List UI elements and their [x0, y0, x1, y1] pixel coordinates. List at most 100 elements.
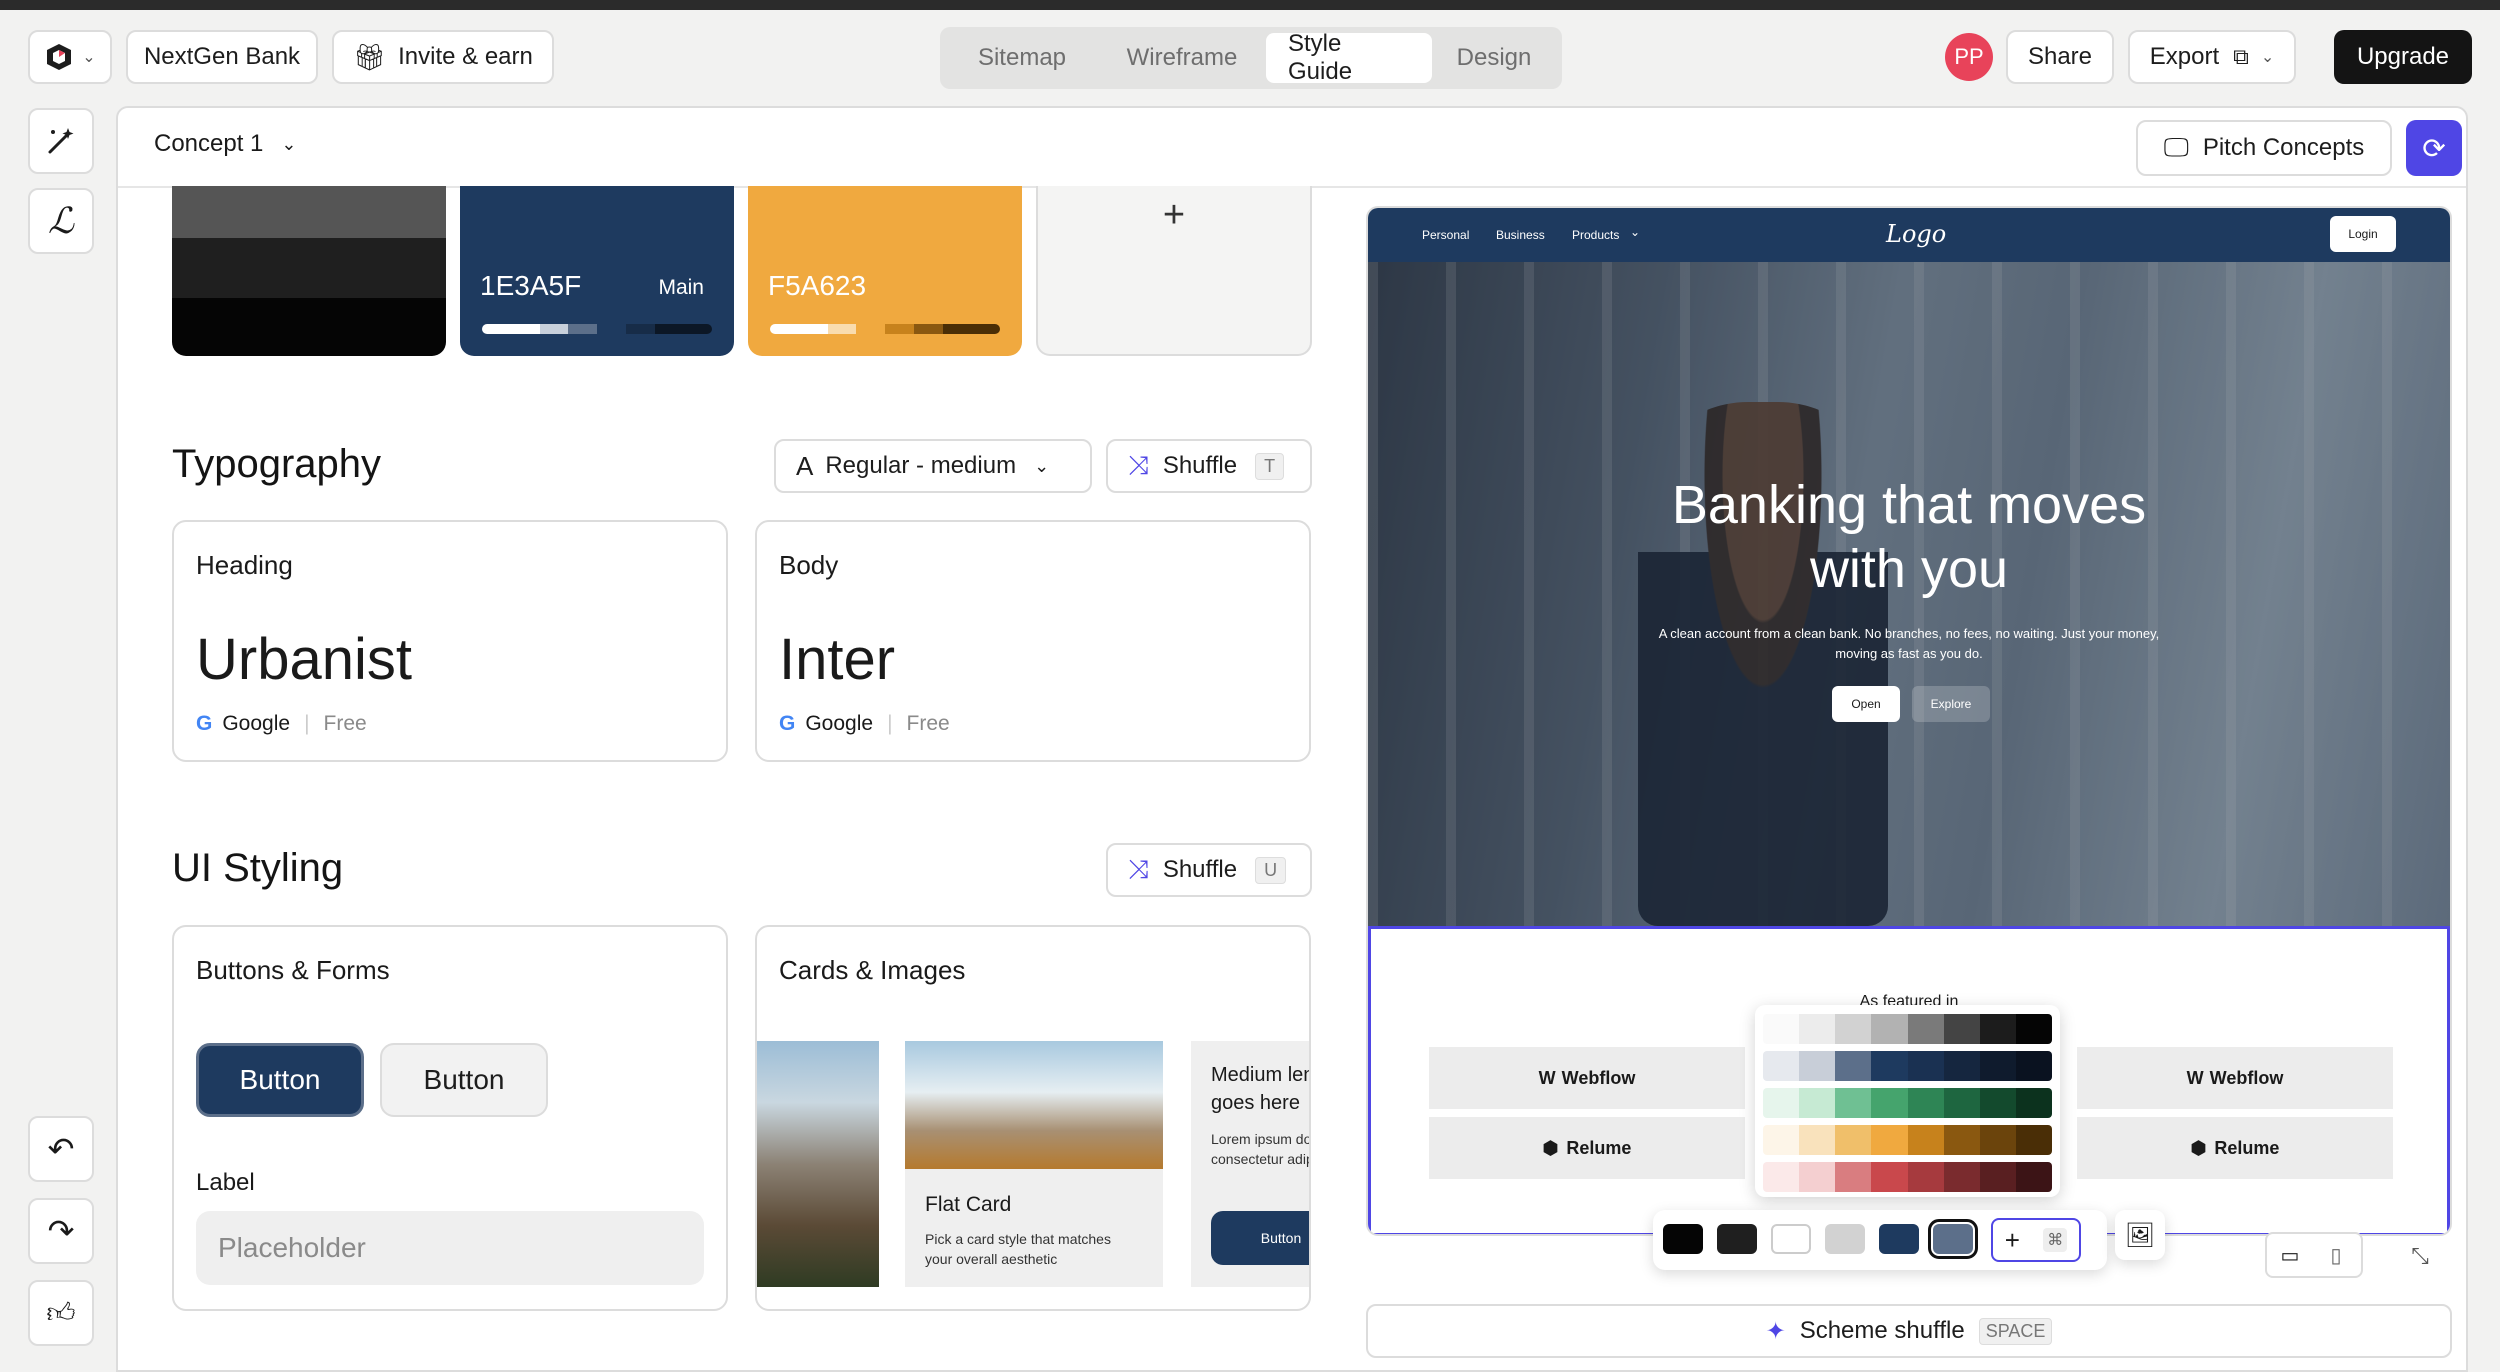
project-name: NextGen Bank	[143, 43, 301, 70]
heading-font-card[interactable]: Heading Urbanist G Google | Free	[172, 520, 728, 762]
hero-open-button[interactable]: Open	[1832, 686, 1900, 722]
heading-font-name: Urbanist	[196, 627, 412, 692]
palette-toolbar: + ⌘	[1653, 1210, 2107, 1270]
expand-button[interactable]: ⤡	[2400, 1236, 2440, 1276]
flat-card-sample[interactable]: Flat Card Pick a card style that matches…	[905, 1041, 1163, 1287]
project-name-button[interactable]: NextGen Bank	[126, 30, 318, 84]
undo-button[interactable]: ↶	[28, 1116, 94, 1182]
avatar[interactable]: PP	[1945, 33, 1993, 81]
expand-icon: ⤡	[2411, 1243, 2429, 1268]
primary-button-sample[interactable]: Button	[196, 1043, 364, 1117]
color-swatch-accent[interactable]: F5A623	[748, 186, 1022, 356]
secondary-button-sample[interactable]: Button	[380, 1043, 548, 1117]
color-scheme-popover[interactable]	[1755, 1005, 2060, 1197]
desktop-icon[interactable]: ▭	[2267, 1243, 2313, 1268]
palette-row-red[interactable]	[1763, 1162, 2052, 1192]
logo-tile: W Webflow	[1429, 1047, 1745, 1109]
palette-swatch-slate-selected[interactable]	[1928, 1219, 1978, 1259]
font-style-select[interactable]: A Regular - medium ⌄	[774, 439, 1092, 493]
shortcut-badge: SPACE	[1978, 1317, 2053, 1345]
shuffle-icon: ⤨	[1128, 854, 1149, 884]
mobile-icon[interactable]: ▯	[2313, 1243, 2359, 1268]
tab-sitemap[interactable]: Sitemap	[946, 33, 1098, 83]
card-button-sample[interactable]: Button	[1211, 1211, 1309, 1265]
pitch-concepts-button[interactable]: 🖵︎ Pitch Concepts	[2136, 120, 2392, 176]
preview-login-button[interactable]: Login	[2330, 216, 2396, 252]
nav-link-products[interactable]: Products	[1572, 228, 1619, 242]
palette-row-green[interactable]	[1763, 1088, 2052, 1118]
regenerate-button[interactable]: ⟳	[2406, 120, 2462, 176]
secondary-button-label: Button	[423, 1064, 505, 1095]
chevron-down-icon: ⌄	[1630, 225, 1641, 239]
shade-bar[interactable]	[482, 324, 712, 334]
command-icon: ⌘	[2043, 1228, 2068, 1252]
color-swatch-neutral[interactable]	[172, 186, 446, 356]
text-card-sample[interactable]: Medium length heading goes here Lorem ip…	[1191, 1041, 1309, 1287]
image-picker-button[interactable]: 🖼︎	[2115, 1210, 2165, 1260]
hero-explore-button[interactable]: Explore	[1912, 686, 1990, 722]
font-source-name: Google	[805, 712, 874, 735]
palette-row-neutral[interactable]	[1763, 1014, 2052, 1044]
refresh-icon: ⟳	[2422, 132, 2446, 164]
font-source: G Google | Free	[779, 712, 950, 735]
color-swatch-main[interactable]: 1E3A5F Main	[460, 186, 734, 356]
palette-row-blue[interactable]	[1763, 1051, 2052, 1081]
tab-wireframe[interactable]: Wireframe	[1098, 33, 1266, 83]
chevron-down-icon: ⌄	[82, 49, 96, 66]
figma-icon: ⧉	[2233, 44, 2249, 69]
typography-shuffle-button[interactable]: ⤨ Shuffle T	[1106, 439, 1312, 493]
preview-logo: Logo	[1886, 220, 1947, 248]
tab-style-guide[interactable]: Style Guide	[1266, 30, 1432, 85]
buttons-forms-card: Buttons & Forms Button Button Label Plac…	[172, 925, 728, 1311]
plus-icon: +	[2004, 1224, 2020, 1255]
preview-navbar: Personal Business Products ⌄ Logo Login	[1368, 208, 2450, 262]
device-toggle: ▭ ▯	[2265, 1232, 2363, 1278]
feedback-button[interactable]: 👍︎	[28, 1280, 94, 1346]
shade-bar[interactable]	[770, 324, 1000, 334]
share-button[interactable]: Share	[2006, 30, 2114, 84]
placeholder-field[interactable]: Placeholder	[196, 1211, 704, 1285]
palette-swatch-navy[interactable]	[1879, 1224, 1919, 1254]
add-color-button[interactable]: +	[1036, 186, 1312, 356]
logo-name: Webflow	[1561, 1067, 1636, 1088]
image-card-sample	[757, 1041, 879, 1287]
cube-logo-icon	[47, 44, 72, 70]
ui-shuffle-button[interactable]: ⤨ Shuffle U	[1106, 843, 1312, 897]
scheme-shuffle-button[interactable]: ✦ Scheme shuffle SPACE	[1366, 1304, 2452, 1358]
swatch-tag: Main	[658, 276, 704, 299]
shortcut-badge: T	[1255, 452, 1285, 480]
palette-swatch-white[interactable]	[1771, 1224, 1811, 1254]
body-font-card[interactable]: Body Inter G Google | Free	[755, 520, 1311, 762]
invite-earn-button[interactable]: 🎁︎ Invite & earn	[332, 30, 554, 84]
mountain-image	[905, 1041, 1163, 1169]
app-menu-button[interactable]: ⌄	[28, 30, 112, 84]
chevron-down-icon: ⌄	[281, 133, 297, 154]
nav-link-business[interactable]: Business	[1496, 228, 1545, 242]
open-label: Open	[1851, 697, 1881, 711]
palette-row-orange[interactable]	[1763, 1125, 2052, 1155]
font-style-value: Regular - medium	[825, 452, 1017, 479]
add-swatch-button[interactable]: + ⌘	[1991, 1218, 2081, 1262]
export-button[interactable]: Export ⧉ ⌄	[2128, 30, 2296, 84]
magic-edit-button[interactable]	[28, 108, 94, 174]
relume-icon: ⬢	[2190, 1137, 2207, 1158]
font-price: Free	[906, 712, 950, 735]
script-l-icon: ℒ	[48, 200, 74, 242]
logo-name: Relume	[2214, 1137, 2280, 1158]
upgrade-button[interactable]: Upgrade	[2334, 30, 2472, 84]
undo-icon: ↶	[47, 1131, 75, 1167]
typography-tool-button[interactable]: ℒ	[28, 188, 94, 254]
concept-selector[interactable]: Concept 1 ⌄	[154, 130, 297, 158]
palette-swatch-gray[interactable]	[1825, 1224, 1865, 1254]
nav-link-personal[interactable]: Personal	[1422, 228, 1469, 242]
hero-subtitle-line1: A clean account from a clean bank. No br…	[1658, 626, 2160, 641]
redo-button[interactable]: ↷	[28, 1198, 94, 1264]
card-button-label: Button	[1260, 1230, 1302, 1246]
concept-bar: Concept 1 ⌄ 🖵︎ Pitch Concepts ⟳	[118, 108, 2466, 188]
flat-card-title: Flat Card	[925, 1193, 1012, 1216]
palette-swatch-charcoal[interactable]	[1717, 1224, 1757, 1254]
font-price: Free	[323, 712, 367, 735]
palette-swatch-black[interactable]	[1663, 1224, 1703, 1254]
hero-subtitle-line2: moving as fast as you do.	[1835, 646, 1983, 661]
tab-design[interactable]: Design	[1432, 33, 1556, 83]
